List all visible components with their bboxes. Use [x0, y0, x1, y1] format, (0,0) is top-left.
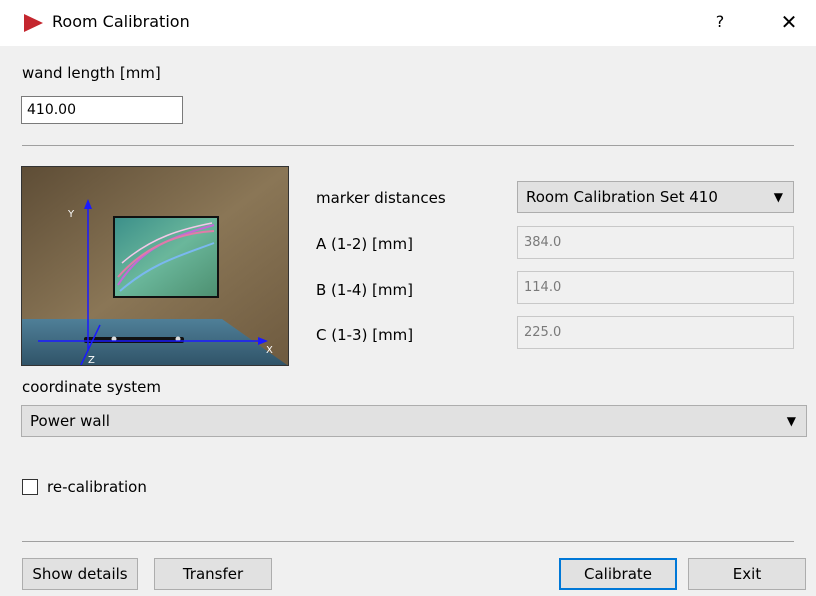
coordinate-system-label: coordinate system: [22, 378, 161, 396]
marker-distances-label: marker distances: [316, 189, 446, 207]
axis-y-label: Y: [67, 209, 75, 220]
show-details-button[interactable]: Show details: [22, 558, 138, 590]
title-bar: Room Calibration ? ✕: [0, 0, 816, 46]
axis-x-label: X: [266, 345, 273, 356]
marker-set-dropdown[interactable]: Room Calibration Set 410 ▼: [517, 181, 794, 213]
chevron-down-icon: ▼: [786, 414, 796, 428]
marker-b-field: 114.0: [517, 271, 794, 304]
help-button[interactable]: ?: [705, 8, 735, 36]
marker-b-label: B (1-4) [mm]: [316, 281, 413, 299]
coordinate-system-value: Power wall: [30, 412, 110, 430]
calibrate-button[interactable]: Calibrate: [559, 558, 677, 590]
marker-a-label: A (1-2) [mm]: [316, 235, 413, 253]
axis-z-label: Z: [88, 355, 95, 366]
marker-c-field: 225.0: [517, 316, 794, 349]
wand-length-label: wand length [mm]: [22, 64, 161, 82]
app-logo-icon: [24, 14, 43, 32]
recalibration-checkbox[interactable]: [22, 479, 38, 495]
divider-top: [22, 145, 794, 146]
room-photo-image: Y X Z: [22, 167, 288, 366]
marker-a-field: 384.0: [517, 226, 794, 259]
divider-bottom: [22, 541, 794, 542]
marker-set-value: Room Calibration Set 410: [526, 188, 718, 206]
window-title: Room Calibration: [52, 12, 190, 31]
chevron-down-icon: ▼: [773, 190, 783, 204]
recalibration-label[interactable]: re-calibration: [47, 478, 147, 496]
coordinate-system-dropdown[interactable]: Power wall ▼: [21, 405, 807, 437]
wand-length-input[interactable]: [21, 96, 183, 124]
close-button[interactable]: ✕: [772, 7, 806, 37]
calibration-illustration: Y X Z: [21, 166, 289, 366]
marker-c-label: C (1-3) [mm]: [316, 326, 414, 344]
transfer-button[interactable]: Transfer: [154, 558, 272, 590]
exit-button[interactable]: Exit: [688, 558, 806, 590]
